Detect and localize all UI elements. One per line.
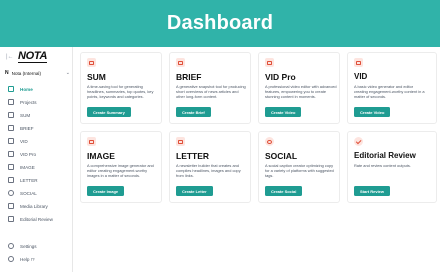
create-image-button[interactable]: Create Image [87,186,125,196]
sidebar-item-label: IMAGE [20,164,35,170]
sidebar-item-label: SOCIAL [20,190,37,196]
sidebar-item-projects[interactable]: Projects [0,97,72,107]
sidebar: |← NOTA N Nota (Internal) ⌄ Home Project… [0,47,73,272]
card-letter: LETTER A newsletter builder that creates… [169,131,251,203]
sidebar-item-vid-pro[interactable]: VID Pro [0,149,72,159]
card-vid: VID A basic video generator and editor c… [347,52,437,124]
editorial-review-icon [8,216,14,222]
sidebar-item-home[interactable]: Home [0,84,72,94]
vid-pro-icon [265,58,274,67]
logo-row: |← NOTA [6,50,68,64]
vid-icon [354,58,363,67]
card-description: A generative snapshot tool for producing… [176,84,246,99]
create-letter-button[interactable]: Create Letter [176,186,213,196]
workspace-avatar: N [5,70,9,76]
card-description: Rate and review content outputs. [354,163,411,168]
create-social-button[interactable]: Create Social [265,186,303,196]
create-brief-button[interactable]: Create Brief [176,107,211,117]
sidebar-item-help[interactable]: Help !? [0,254,72,264]
sidebar-item-sum[interactable]: SUM [0,110,72,120]
create-video-pro-button[interactable]: Create Video [265,107,302,117]
brief-icon [176,58,185,67]
card-description: A newsletter builder that creates and co… [176,163,241,178]
sidebar-item-settings[interactable]: Settings [0,241,72,251]
media-library-icon [8,203,14,209]
card-title: LETTER [176,151,210,161]
start-review-button[interactable]: Start Review [354,186,391,196]
sidebar-item-image[interactable]: IMAGE [0,162,72,172]
sidebar-item-media-library[interactable]: Media Library [0,201,72,211]
header-banner: Dashboard [0,0,440,47]
social-icon [265,137,274,146]
home-icon [8,86,14,92]
brief-icon [8,125,14,131]
collapse-icon[interactable]: |← [6,54,18,60]
card-title: VID Pro [265,72,296,82]
card-image: IMAGE A comprehensive image generator an… [80,131,162,203]
card-description: A basic video generator and editor creat… [354,84,425,99]
sidebar-item-label: VID [20,138,28,144]
card-description: A time-saving tool for generating headli… [87,84,154,99]
card-title: VID [354,72,368,81]
create-video-button[interactable]: Create Video [354,107,391,117]
sidebar-item-editorial-review[interactable]: Editorial Review [0,214,72,224]
gear-icon [8,243,14,249]
card-description: A social caption creator optimizing copy… [265,163,334,178]
workspace-label: Nota (Internal) [11,70,41,76]
sidebar-item-label: Settings [20,243,37,249]
vid-pro-icon [8,151,14,157]
card-sum: SUM A time-saving tool for generating he… [80,52,162,124]
image-icon [87,137,96,146]
social-icon [8,190,14,196]
sum-icon [87,58,96,67]
card-title: IMAGE [87,151,115,161]
sidebar-item-social[interactable]: SOCIAL [0,188,72,198]
help-icon [8,256,14,262]
letter-icon [176,137,185,146]
sidebar-item-vid[interactable]: VID [0,136,72,146]
card-description: A comprehensive image generator and edit… [87,163,154,178]
sum-icon [8,112,14,118]
nota-logo[interactable]: NOTA [18,51,47,63]
sidebar-item-label: Projects [20,99,37,105]
card-title: BRIEF [176,72,202,82]
card-title: Editorial Review [354,151,416,160]
card-editorial-review: Editorial Review Rate and review content… [347,131,437,203]
sidebar-item-brief[interactable]: BRIEF [0,123,72,133]
page-title: Dashboard [166,12,274,34]
card-vid-pro: VID Pro A professional video editor with… [258,52,340,124]
letter-icon [8,177,14,183]
vid-icon [8,138,14,144]
sidebar-item-label: SUM [20,112,31,118]
sidebar-item-label: Media Library [20,203,48,209]
chevron-down-icon: ⌄ [65,70,70,76]
folder-icon [8,99,14,105]
workspace-selector[interactable]: N Nota (Internal) ⌄ [5,67,70,79]
editorial-review-icon [354,137,363,146]
card-title: SUM [87,72,106,82]
sidebar-item-label: Editorial Review [20,216,53,222]
card-description: A professional video editor with advance… [265,84,337,99]
sidebar-item-label: VID Pro [20,151,37,157]
create-summary-button[interactable]: Create Summary [87,107,131,117]
sidebar-item-letter[interactable]: LETTER [0,175,72,185]
card-brief: BRIEF A generative snapshot tool for pro… [169,52,251,124]
sidebar-item-label: Help !? [20,256,35,262]
image-icon [8,164,14,170]
sidebar-item-label: Home [20,86,33,92]
sidebar-item-label: LETTER [20,177,38,183]
card-social: SOCIAL A social caption creator optimizi… [258,131,340,203]
card-title: SOCIAL [265,151,298,161]
sidebar-item-label: BRIEF [20,125,34,131]
